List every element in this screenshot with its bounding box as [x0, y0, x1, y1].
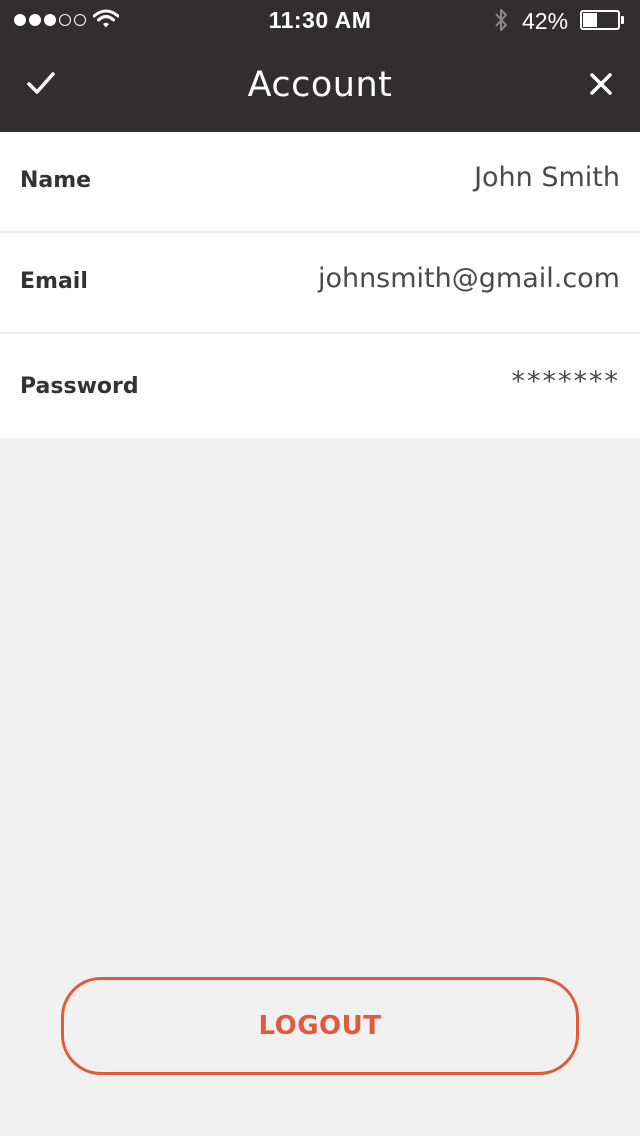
battery-nub — [621, 16, 624, 24]
email-label: Email — [20, 269, 88, 294]
page-title: Account — [247, 65, 393, 105]
email-row[interactable]: Email johnsmith@gmail.com — [0, 233, 640, 334]
password-row[interactable]: Password ******* — [0, 334, 640, 438]
email-value[interactable]: johnsmith@gmail.com — [318, 263, 620, 294]
battery-fill — [583, 13, 597, 27]
name-label: Name — [20, 168, 92, 193]
account-fields: Name John Smith Email johnsmith@gmail.co… — [0, 132, 640, 438]
header: 11:30 AM 42% Account — [0, 0, 640, 132]
battery-percent: 42% — [522, 8, 569, 34]
close-icon[interactable] — [588, 71, 614, 97]
name-row[interactable]: Name John Smith — [0, 132, 640, 233]
bluetooth-icon — [495, 9, 507, 31]
battery-icon — [580, 10, 624, 30]
password-value[interactable]: ******* — [512, 366, 621, 397]
name-value[interactable]: John Smith — [474, 162, 620, 193]
status-bar: 11:30 AM 42% — [0, 0, 640, 40]
password-label: Password — [20, 374, 139, 399]
logout-button[interactable]: LOGOUT — [61, 977, 579, 1075]
